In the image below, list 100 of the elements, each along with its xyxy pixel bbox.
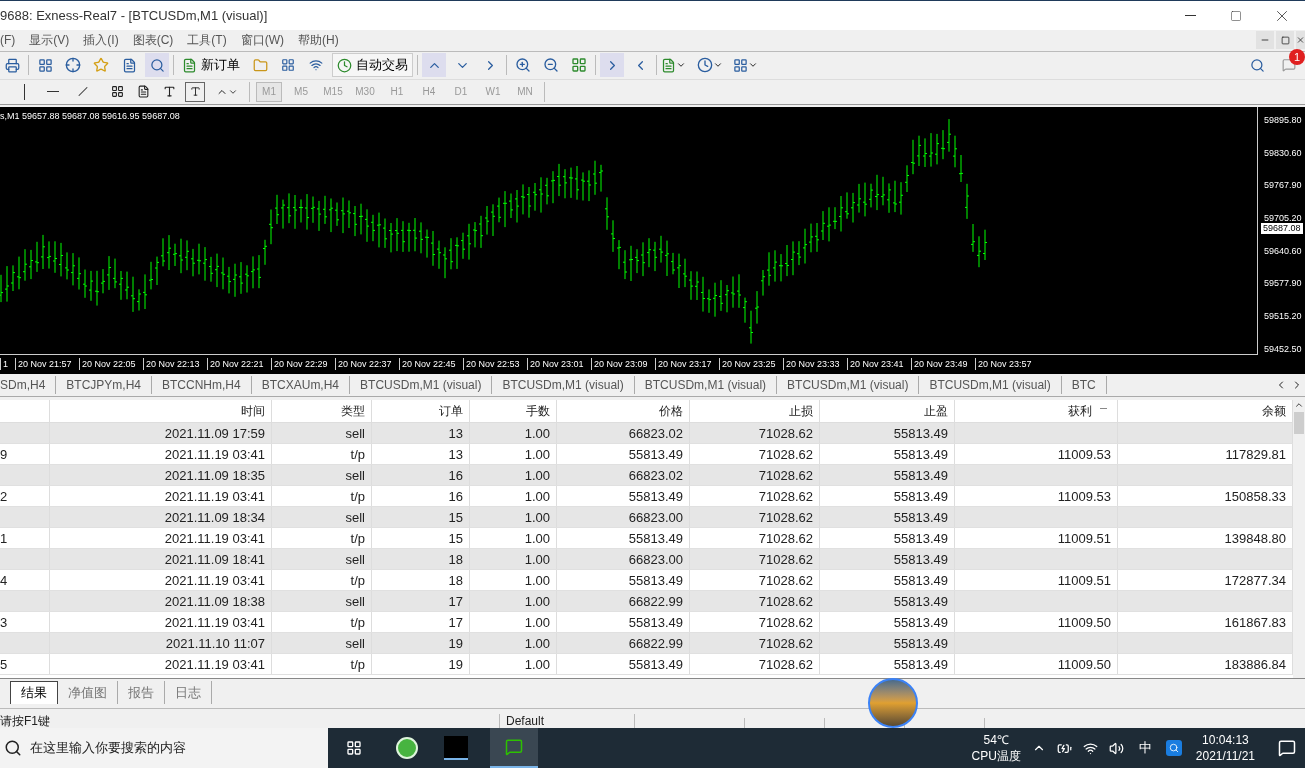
menu-item[interactable]: 图表(C) [125,31,181,50]
mdi-minimize-button[interactable] [1256,31,1274,50]
table-cell-text: 13 [448,445,463,464]
bottom-tab[interactable]: 报告 [118,681,165,705]
chat-app-icon[interactable] [490,728,538,768]
app-tray-icon[interactable] [1165,740,1182,756]
new-order-button[interactable]: 新订单 [178,53,244,78]
input-method-button[interactable]: 中 [1134,738,1156,758]
table-cell-text: 2021.11.09 18:34 [164,508,265,527]
maximize-icon [1230,9,1242,22]
menu-item[interactable]: 工具(T) [180,31,234,50]
bottom-tab[interactable]: 日志 [165,681,212,705]
table-cell-text: t/p [350,613,365,632]
table-cell-text: 2021.11.19 03:41 [164,655,265,674]
chart-tab[interactable]: BTCCNHm,H4 [152,375,252,394]
table-cell-text: 2021.11.19 03:41 [164,571,265,590]
horizontal-line-icon[interactable] [47,91,59,93]
column-header[interactable]: 类型 [272,400,372,423]
table-cell-text: 2021.11.09 18:41 [164,550,265,569]
search-placeholder: 在这里输入你要搜索的内容 [30,739,186,758]
column-header[interactable]: 价格 [557,400,690,423]
wifi-icon[interactable] [1082,740,1099,756]
chart-tab[interactable]: BTCUSDm,M1 (visual) [492,375,635,394]
close-icon [1296,35,1305,46]
chart-tab[interactable]: BTCUSDm,M1 (visual) [634,375,778,394]
table-cell-text: 71028.62 [758,592,813,611]
temperature-label: CPU温度 [971,748,1021,764]
table-cell-text: 15 [448,508,463,527]
table-cell-text: 66823.00 [628,550,683,569]
chart-tab[interactable]: BTCUSDm,M1 (visual) [919,375,1062,394]
table-cell-text: 11009.53 [1057,487,1111,506]
bottom-tab[interactable]: 结果 [10,681,58,705]
table-cell-text: 55813.49 [893,613,948,632]
time-axis-label: 20 Nov 22:05 [79,358,143,370]
clock-button[interactable]: 10:04:13 2021/11/21 [1191,732,1259,764]
mdi-restore-button[interactable] [1276,31,1294,50]
menu-item[interactable]: 帮助(H) [291,31,346,50]
column-header[interactable]: 止损 [690,400,820,423]
time-axis-label: 20 Nov 23:33 [783,358,847,370]
mdi-close-button[interactable] [1296,31,1305,50]
volume-icon[interactable] [1108,740,1125,756]
table-cell-text: 66823.02 [628,424,683,443]
price-axis-label: 59640.60 [1263,245,1303,256]
table-cell-text: 55813.49 [893,445,948,464]
auto-trading-button[interactable]: 自动交易 [332,53,413,78]
table-cell-text: 1.00 [524,613,550,632]
taskbar-search-field[interactable]: 在这里输入你要搜索的内容 [0,728,328,768]
chart-tab[interactable]: BTC [1061,375,1107,394]
notification-badge: 1 [1289,49,1305,66]
price-axis-label: 59577.90 [1263,278,1303,289]
vertical-line-icon[interactable] [24,83,25,100]
column-header[interactable]: 获利 [955,400,1118,423]
action-center-icon[interactable] [1277,738,1297,758]
price-axis-label: 59705.20 [1263,213,1303,224]
table-cell-text: 1.00 [524,424,550,443]
photo-placeholder [868,678,918,728]
table-cell-text: sell [345,424,365,443]
table-cell-text: 55813.49 [893,424,948,443]
table-cell-text: 55813.49 [628,613,683,632]
time-axis-label: 20 Nov 23:49 [911,358,975,370]
table-cell-text: 71028.62 [758,466,813,485]
table-cell-text: 71028.62 [758,487,813,506]
search-icon [4,739,22,757]
text-label-icon[interactable] [185,81,205,102]
table-cell-text: 71028.62 [758,508,813,527]
bottom-tab[interactable]: 净值图 [58,681,118,705]
table-cell-text: 71028.62 [758,529,813,548]
minimize-icon [1184,15,1196,16]
column-header[interactable]: 止盈 [820,400,955,423]
table-cell-text: 55813.49 [628,487,683,506]
table-cell-text: 13 [448,424,463,443]
table-cell-text: 66823.00 [628,508,683,527]
task-view-icon[interactable] [344,738,364,758]
menu-item[interactable]: (F) [0,31,23,50]
table-cell-text: sell [345,634,365,653]
table-cell-text: 183886.84 [1224,655,1286,674]
chart-tab[interactable]: BTCJPYm,H4 [56,375,153,394]
chart-tab[interactable]: BTCUSDm,M1 (visual) [777,375,920,394]
menu-item[interactable]: 窗口(W) [233,31,291,50]
scrollbar-track[interactable] [1293,400,1305,679]
time-axis-label: 20 Nov 23:09 [591,358,655,370]
table-cell-text: 66822.99 [628,592,683,611]
chart-tab[interactable]: SDm,H4 [0,375,57,394]
table-cell-text: 1.00 [524,529,550,548]
column-header[interactable]: 手数 [470,400,557,423]
table-cell-text: 1.00 [524,592,550,611]
menu-item[interactable]: 显示(V) [22,31,77,50]
menu-item[interactable]: 插入(I) [76,31,126,50]
chat-icon[interactable] [1281,57,1297,74]
table-cell-text: 1.00 [524,571,550,590]
scrollbar-thumb[interactable] [1294,412,1304,435]
table-cell-text: 11009.51 [1057,529,1111,548]
table-cell-text: 55813.49 [893,592,948,611]
table-cell-text: 17 [448,592,463,611]
table-cell-text: 2021.11.19 03:41 [164,487,265,506]
chart-tab[interactable]: BTCUSDm,M1 (visual) [350,375,493,394]
column-header[interactable]: 订单 [372,400,470,423]
chart-tab[interactable]: BTCXAUm,H4 [251,375,351,394]
column-header[interactable]: 时间 [50,400,272,423]
table-cell-text: 9 [0,445,8,464]
